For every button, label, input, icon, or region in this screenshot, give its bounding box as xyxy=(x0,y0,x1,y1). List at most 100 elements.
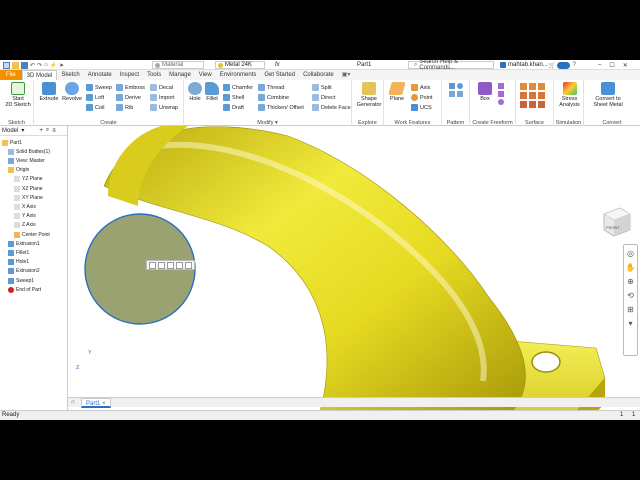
combine-button[interactable]: Combine xyxy=(258,93,289,102)
tab-inspect[interactable]: Inspect xyxy=(116,70,143,80)
look-at-icon[interactable]: ⊞ xyxy=(625,304,636,315)
sculpt-icon[interactable] xyxy=(520,92,527,99)
mirror-icon[interactable] xyxy=(449,91,455,97)
search-icon[interactable]: ⌕ xyxy=(46,127,49,134)
zoom-icon[interactable]: ⊕ xyxy=(625,276,636,287)
redo-icon[interactable]: ↷ xyxy=(37,62,42,69)
freeform-sphere-icon[interactable] xyxy=(498,99,504,105)
tree-node[interactable]: XZ Plane xyxy=(14,184,43,193)
sweep-button[interactable]: Sweep xyxy=(86,83,112,92)
chamfer-button[interactable]: Chamfer xyxy=(223,83,253,92)
cart-icon[interactable]: 🛒 xyxy=(548,62,555,69)
split-button[interactable]: Split xyxy=(312,83,332,92)
mini-sketch-icon[interactable] xyxy=(158,262,165,269)
tree-node[interactable]: Origin xyxy=(8,166,29,175)
fit-mesh-face-icon[interactable] xyxy=(538,101,545,108)
direct-button[interactable]: Direct xyxy=(312,93,335,102)
tab-3d-model[interactable]: 3D Model xyxy=(21,70,58,80)
delete-face-button[interactable]: Delete Face xyxy=(312,103,351,112)
repair-bodies-icon[interactable] xyxy=(529,101,536,108)
mini-extrude-icon[interactable] xyxy=(167,262,174,269)
extend-icon[interactable] xyxy=(538,92,545,99)
home-icon[interactable]: ⌂ xyxy=(44,62,48,68)
import-button[interactable]: Import xyxy=(150,93,175,102)
pan-icon[interactable]: ✋ xyxy=(625,262,636,273)
tab-environments[interactable]: Environments xyxy=(216,70,261,80)
flange-hole[interactable] xyxy=(531,351,561,373)
tree-node[interactable]: XY Plane xyxy=(14,193,43,202)
loft-button[interactable]: Loft xyxy=(86,93,104,102)
freeform-cylinder-icon[interactable] xyxy=(498,91,504,97)
open-icon[interactable] xyxy=(12,61,19,69)
tree-node[interactable]: YZ Plane xyxy=(14,175,43,184)
freeform-plane-icon[interactable] xyxy=(498,83,504,89)
ribbon-options-icon[interactable]: ▣▾ xyxy=(338,70,355,80)
thicken-offset-button[interactable]: Thicken/ Offset xyxy=(258,103,304,112)
stress-analysis-button[interactable]: Stress Analysis xyxy=(556,82,583,108)
revolve-button[interactable]: Revolve xyxy=(61,82,83,102)
tab-part1[interactable]: Part1 × xyxy=(81,398,111,408)
tab-get-started[interactable]: Get Started xyxy=(260,70,299,80)
derive-button[interactable]: Derive xyxy=(116,93,141,102)
fillet-button[interactable]: Fillet xyxy=(201,82,223,102)
tab-sketch[interactable]: Sketch xyxy=(57,70,83,80)
tree-node[interactable]: Part1 xyxy=(2,138,22,147)
orbit-icon[interactable]: ⟲ xyxy=(625,290,636,301)
save-icon[interactable] xyxy=(21,61,28,69)
mini-edit-icon[interactable] xyxy=(176,262,183,269)
tree-node[interactable]: End of Part xyxy=(8,285,41,294)
trim-icon[interactable] xyxy=(538,83,545,90)
add-icon[interactable]: + xyxy=(39,128,43,134)
minimize-icon[interactable]: – xyxy=(598,62,601,68)
appearance-dropdown[interactable]: Metal 24K xyxy=(215,61,265,69)
tab-view[interactable]: View xyxy=(195,70,216,80)
ucs-button[interactable]: UCS xyxy=(411,103,432,112)
freeform-box-button[interactable]: Box xyxy=(474,82,496,102)
replace-face-icon[interactable] xyxy=(520,101,527,108)
undo-icon[interactable]: ↶ xyxy=(30,62,35,69)
tree-node[interactable]: Solid Bodies(1) xyxy=(8,147,50,156)
user-account[interactable]: mahtab.khan... xyxy=(500,61,548,69)
autodesk-badge[interactable] xyxy=(557,61,571,69)
circular-pattern-icon[interactable] xyxy=(457,83,463,89)
rectangular-pattern-icon[interactable] xyxy=(449,83,455,89)
draft-button[interactable]: Draft xyxy=(223,103,244,112)
convert-to-sheet-metal-button[interactable]: Convert to Sheet Metal xyxy=(588,82,628,108)
extrude-button[interactable]: Extrude xyxy=(38,82,60,102)
patch-icon[interactable] xyxy=(529,83,536,90)
maximize-icon[interactable]: ☐ xyxy=(609,62,614,69)
tab-collaborate[interactable]: Collaborate xyxy=(299,70,338,80)
select-icon[interactable]: ➤ xyxy=(59,62,64,69)
help-icon[interactable]: ? xyxy=(572,62,575,68)
tree-node[interactable]: Center Point xyxy=(14,230,50,239)
point-button[interactable]: Point xyxy=(411,93,433,102)
tree-node[interactable]: View: Master xyxy=(8,156,45,165)
tree-node[interactable]: Z Axis xyxy=(14,221,36,230)
tab-file[interactable]: File xyxy=(0,70,22,80)
close-tab-icon[interactable]: × xyxy=(102,401,106,407)
rib-button[interactable]: Rib xyxy=(116,103,133,112)
update-icon[interactable]: ⚡ xyxy=(50,62,57,69)
help-search-box[interactable]: ⌕ Search Help & Commands... xyxy=(408,60,494,71)
start-2d-sketch-button[interactable]: Start 2D Sketch xyxy=(4,82,32,108)
tree-node[interactable]: Y Axis xyxy=(14,212,36,221)
navbar-menu-icon[interactable]: ▾ xyxy=(625,318,636,329)
material-dropdown[interactable]: Material xyxy=(152,61,204,69)
fx-button[interactable]: fx xyxy=(275,61,280,69)
ruled-surface-icon[interactable] xyxy=(529,92,536,99)
tree-node[interactable]: Sweep1 xyxy=(8,276,34,285)
emboss-button[interactable]: Emboss xyxy=(116,83,145,92)
browser-dropdown-icon[interactable]: ▾ xyxy=(21,127,24,134)
axis-button[interactable]: Axis xyxy=(411,83,430,92)
stitch-icon[interactable] xyxy=(520,83,527,90)
decal-button[interactable]: Decal xyxy=(150,83,173,92)
plane-button[interactable]: Plane xyxy=(386,82,408,102)
tree-node[interactable]: Extrusion1 xyxy=(8,239,40,248)
close-icon[interactable]: ✕ xyxy=(623,62,628,69)
tree-node[interactable]: X Axis xyxy=(14,202,36,211)
mini-fillet-icon[interactable] xyxy=(149,262,156,269)
mini-more-icon[interactable] xyxy=(185,262,192,269)
shape-generator-button[interactable]: Shape Generator xyxy=(355,82,383,108)
new-icon[interactable] xyxy=(3,61,10,69)
tab-manage[interactable]: Manage xyxy=(165,70,195,80)
